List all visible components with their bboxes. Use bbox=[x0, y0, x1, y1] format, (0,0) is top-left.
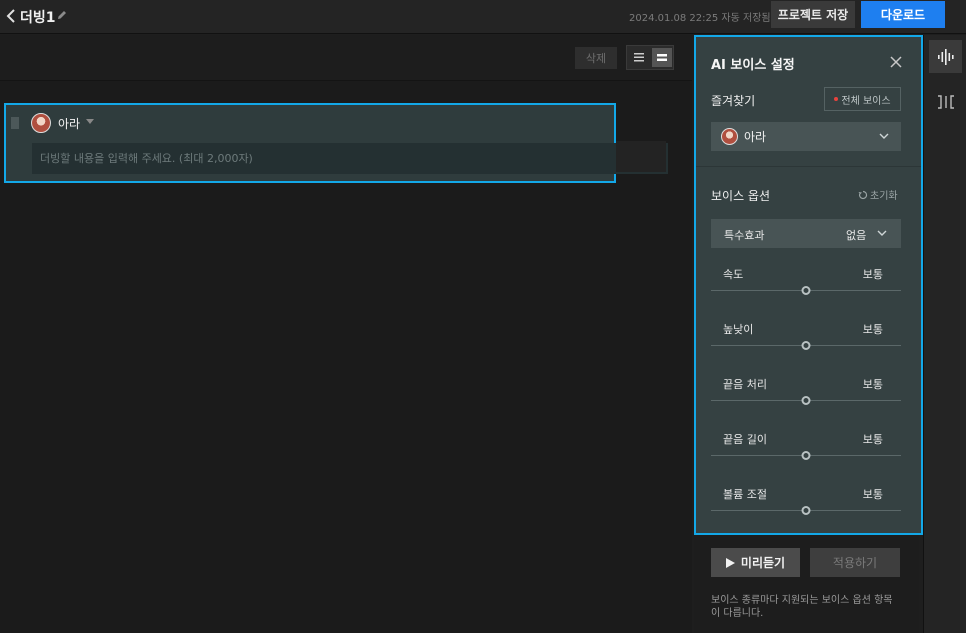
slider-value: 보통 bbox=[862, 268, 883, 281]
all-voices-label: 전체 보이스 bbox=[841, 95, 891, 107]
slider-row: 높낮이 보통 bbox=[711, 321, 901, 366]
slider-value: 보통 bbox=[862, 323, 883, 336]
slider-thumb[interactable] bbox=[801, 506, 811, 515]
slider-value: 보통 bbox=[862, 433, 883, 446]
card-lines-icon bbox=[657, 54, 667, 61]
special-effect-select[interactable]: 특수효과 없음 bbox=[711, 219, 901, 248]
list-view-button[interactable] bbox=[629, 48, 649, 67]
panel-title: AI 보이스 설정 bbox=[711, 58, 795, 73]
preview-label: 미리듣기 bbox=[740, 556, 786, 570]
special-effect-value: 없음 bbox=[846, 229, 867, 242]
slider-thumb[interactable] bbox=[801, 341, 811, 350]
selected-voice-name: 아라 bbox=[744, 130, 767, 144]
download-button[interactable]: 다운로드 bbox=[861, 1, 945, 28]
panel-actions: 미리듣기 적용하기 보이스 종류마다 지원되는 보이스 옵션 항목이 다릅니다. bbox=[694, 535, 919, 633]
slider-value: 보통 bbox=[862, 378, 883, 391]
view-mode-toggle bbox=[626, 45, 674, 70]
reset-button[interactable]: 초기화 bbox=[858, 187, 898, 202]
split-tool-tab[interactable] bbox=[929, 85, 962, 118]
slider-label: 볼륨 조절 bbox=[723, 488, 767, 501]
bracket-split-icon bbox=[937, 94, 954, 109]
slider-row: 끝음 길이 보통 bbox=[711, 431, 901, 476]
ai-voice-settings-panel: AI 보이스 설정 즐겨찾기 전체 보이스 아라 보이스 옵션 초기화 특수효과… bbox=[694, 35, 923, 535]
voice-settings-tab[interactable] bbox=[929, 40, 962, 73]
voice-options-label: 보이스 옵션 bbox=[711, 189, 771, 203]
card-view-button[interactable] bbox=[652, 48, 672, 67]
dubbing-text-input[interactable] bbox=[32, 143, 668, 174]
red-dot-icon bbox=[834, 97, 839, 101]
special-effect-label: 특수효과 bbox=[724, 229, 765, 242]
close-icon[interactable] bbox=[889, 55, 903, 69]
slider-thumb[interactable] bbox=[801, 396, 811, 405]
slider-row: 속도 보통 bbox=[711, 266, 901, 311]
slider-label: 속도 bbox=[723, 268, 744, 281]
voice-select[interactable]: 아라 bbox=[711, 122, 901, 151]
chevron-down-icon bbox=[877, 230, 887, 236]
list-lines-icon bbox=[634, 53, 644, 62]
slider-thumb[interactable] bbox=[801, 451, 811, 460]
autosave-status: 2024.01.08 22:25 자동 저장됨 bbox=[629, 13, 771, 24]
help-text: 보이스 종류마다 지원되는 보이스 옵션 항목이 다릅니다. bbox=[711, 595, 893, 619]
editor-toolbar: 삭제 bbox=[0, 35, 692, 81]
speaker-avatar bbox=[31, 113, 51, 133]
save-project-button[interactable]: 프로젝트 저장 bbox=[771, 1, 855, 28]
top-bar: 더빙1 2024.01.08 22:25 자동 저장됨 프로젝트 저장 다운로드 bbox=[0, 0, 966, 34]
right-tool-rail bbox=[923, 35, 966, 633]
speaker-name[interactable]: 아라 bbox=[58, 115, 80, 132]
slider-row: 끝음 처리 보통 bbox=[711, 376, 901, 421]
drag-handle-icon[interactable] bbox=[11, 117, 19, 129]
script-editor: 삭제 아라 bbox=[0, 35, 692, 633]
slider-label: 끝음 처리 bbox=[723, 378, 767, 391]
apply-button[interactable]: 적용하기 bbox=[810, 548, 900, 577]
caret-down-icon[interactable] bbox=[86, 119, 94, 124]
reset-icon bbox=[858, 190, 868, 199]
pencil-icon[interactable] bbox=[56, 9, 68, 21]
voice-avatar bbox=[721, 128, 738, 145]
slider-value: 보통 bbox=[862, 488, 883, 501]
play-icon bbox=[725, 557, 735, 568]
all-voices-button[interactable]: 전체 보이스 bbox=[824, 87, 901, 111]
project-title[interactable]: 더빙1 bbox=[20, 7, 56, 27]
delete-button[interactable]: 삭제 bbox=[575, 47, 617, 69]
favorites-label: 즐겨찾기 bbox=[711, 94, 756, 108]
back-chevron-icon[interactable] bbox=[4, 7, 18, 25]
dubbing-block[interactable]: 아라 bbox=[4, 103, 668, 183]
slider-row: 볼륨 조절 보통 bbox=[711, 486, 901, 531]
slider-thumb[interactable] bbox=[801, 286, 811, 295]
text-input-extension bbox=[616, 141, 666, 172]
divider bbox=[696, 166, 921, 167]
chevron-down-icon bbox=[879, 133, 889, 139]
preview-button[interactable]: 미리듣기 bbox=[711, 548, 800, 577]
reset-label: 초기화 bbox=[870, 191, 898, 202]
slider-label: 끝음 길이 bbox=[723, 433, 767, 446]
slider-label: 높낮이 bbox=[723, 323, 754, 336]
waveform-icon bbox=[937, 48, 954, 65]
